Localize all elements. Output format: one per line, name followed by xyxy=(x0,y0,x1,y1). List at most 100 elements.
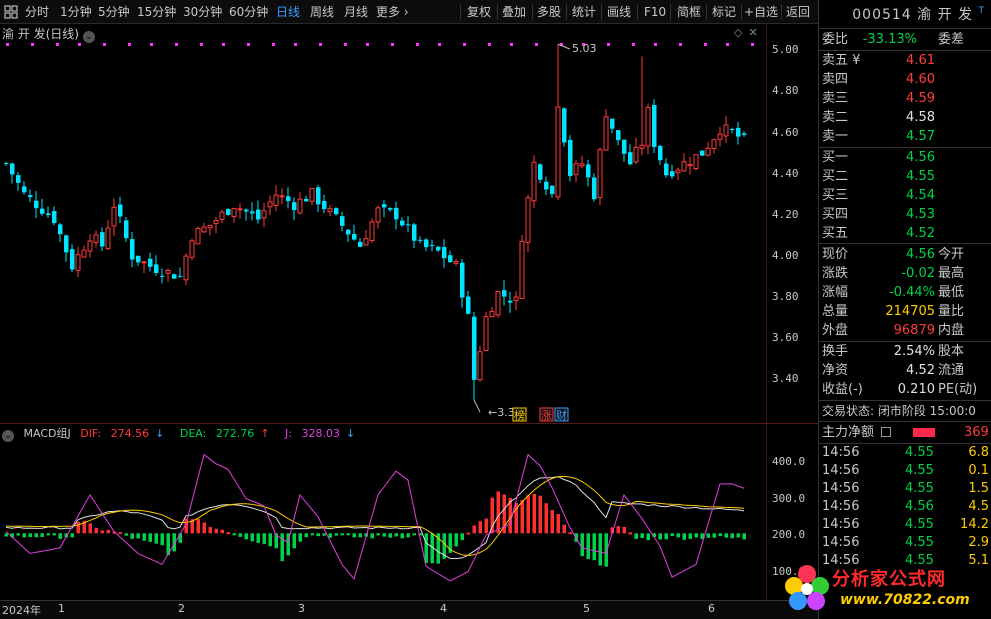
macd-histogram-bar xyxy=(268,533,272,547)
macd-histogram-bar xyxy=(148,533,152,542)
candle-body xyxy=(352,233,357,240)
candle-body xyxy=(118,204,123,217)
ask-price: 4.57 xyxy=(906,129,935,144)
candle-body xyxy=(273,194,279,206)
candle-body xyxy=(100,232,105,247)
macd-histogram-bar xyxy=(724,533,728,538)
candle-body xyxy=(483,316,489,351)
watermark-title: 分析家公式网 xyxy=(832,569,946,590)
candle-body xyxy=(603,116,609,151)
macd-histogram-bar xyxy=(310,533,314,536)
macd-histogram-bar xyxy=(226,532,230,535)
candle-body xyxy=(610,118,615,129)
chevron-down-icon[interactable]: ⌄ xyxy=(2,430,14,442)
trade-status: 交易状态: 闭市阶段 15:00:0 xyxy=(819,402,991,421)
macd-tick-label: 300.0 xyxy=(772,491,806,505)
arrow-down-icon: ↓ xyxy=(345,427,356,440)
candle-body xyxy=(256,209,261,220)
signal-marker xyxy=(391,43,394,46)
stat-row: 净资 4.52 流通 xyxy=(819,361,991,380)
bid-row[interactable]: 买三 4.54 xyxy=(819,186,991,205)
signal-marker xyxy=(319,43,322,46)
tick-price: 4.55 xyxy=(905,481,934,496)
dea-legend: DEA: 272.76 ↑ xyxy=(180,427,276,440)
candle-body xyxy=(388,208,393,210)
macd-histogram-bar xyxy=(526,495,530,534)
ask-label: 卖二 xyxy=(822,110,849,125)
candle-body xyxy=(424,239,429,248)
macd-histogram-bar xyxy=(202,522,206,534)
candle-body xyxy=(502,290,507,297)
watermark-logo: 分析家公式网 www.70822.com xyxy=(782,560,982,616)
macd-histogram-bar xyxy=(394,533,398,537)
ask-row[interactable]: 卖一 4.57 xyxy=(819,127,991,146)
ask-row[interactable]: 卖三 4.59 xyxy=(819,89,991,108)
ask-row[interactable]: 卖二 4.58 xyxy=(819,108,991,127)
stat-right-label: PE(动) xyxy=(938,382,978,397)
candle-body xyxy=(466,296,471,314)
ask-row[interactable]: 卖五 ¥ 4.61 xyxy=(819,51,991,70)
macd-histogram-bar xyxy=(406,533,410,538)
price-tick-label: 4.00 xyxy=(772,249,799,262)
macd-histogram-bar xyxy=(196,518,200,534)
tool-back-button[interactable]: 返回 xyxy=(786,0,810,24)
candle-body xyxy=(244,209,249,212)
candle-body xyxy=(22,186,27,193)
stat-value: -0.44% xyxy=(889,285,935,300)
macd-histogram-bar xyxy=(58,533,62,539)
price-tick-label: 4.40 xyxy=(772,166,799,180)
macd-histogram-bar xyxy=(322,533,326,536)
net-flow-row[interactable]: 主力净额 369 xyxy=(819,423,991,442)
bid-row[interactable]: 买五 4.52 xyxy=(819,224,991,243)
macd-histogram-bar xyxy=(256,533,260,543)
ask-row[interactable]: 卖四 4.60 xyxy=(819,70,991,89)
macd-histogram-bar xyxy=(598,533,602,566)
stat-label: 收益(-) xyxy=(822,382,863,397)
candle-body xyxy=(327,208,333,213)
dif-value: 274.56 xyxy=(110,427,150,440)
macd-name[interactable]: MACD组J xyxy=(24,427,71,440)
macd-histogram-bar xyxy=(490,497,494,534)
candle-body xyxy=(664,163,669,176)
j-value: 328.03 xyxy=(301,427,340,440)
candle-body xyxy=(562,108,567,143)
tick-time: 14:56 xyxy=(822,445,860,460)
macd-histogram-bar xyxy=(142,533,146,541)
candle-body xyxy=(616,130,621,141)
tick-row: 14:56 4.56 4.5 xyxy=(819,498,991,516)
tick-volume: 1.5 xyxy=(968,481,989,496)
arrow-down-icon: ↓ xyxy=(155,427,165,440)
dif-line xyxy=(5,476,745,560)
macd-histogram-bar xyxy=(136,533,140,539)
candle-body xyxy=(75,254,81,271)
net-flow-bar xyxy=(913,428,935,437)
macd-histogram-bar xyxy=(94,527,98,534)
event-marker-label[interactable]: 财 xyxy=(556,408,567,422)
candle-body xyxy=(16,175,21,183)
panel-divider xyxy=(0,423,818,424)
event-marker-label[interactable]: 涨 xyxy=(541,409,552,422)
signal-marker xyxy=(366,43,369,46)
bid-row[interactable]: 买一 4.56 xyxy=(819,148,991,167)
macd-histogram-bar xyxy=(580,533,584,557)
price-tick-label: 5.00 xyxy=(772,43,799,57)
stat-row: 总量 214705 量比 xyxy=(819,302,991,321)
candle-body xyxy=(237,208,243,211)
list-icon[interactable] xyxy=(881,427,891,437)
bid-price: 4.55 xyxy=(906,169,935,184)
signal-marker xyxy=(654,43,657,46)
kline-chart[interactable]: 5.03←3.30榜涨财 xyxy=(0,0,766,600)
bid-row[interactable]: 买二 4.55 xyxy=(819,167,991,186)
event-marker-label[interactable]: 榜 xyxy=(514,408,525,422)
candle-body xyxy=(628,152,633,165)
panel-divider xyxy=(819,421,991,422)
price-tick-label: 4.60 xyxy=(772,125,799,139)
candle-body xyxy=(730,128,735,131)
macd-histogram-bar xyxy=(520,499,524,534)
candle-body xyxy=(124,220,129,239)
candle-body xyxy=(489,311,495,318)
signal-marker xyxy=(438,43,441,46)
candle-body xyxy=(622,139,627,154)
bid-row[interactable]: 买四 4.53 xyxy=(819,205,991,224)
candle-body xyxy=(412,224,417,241)
